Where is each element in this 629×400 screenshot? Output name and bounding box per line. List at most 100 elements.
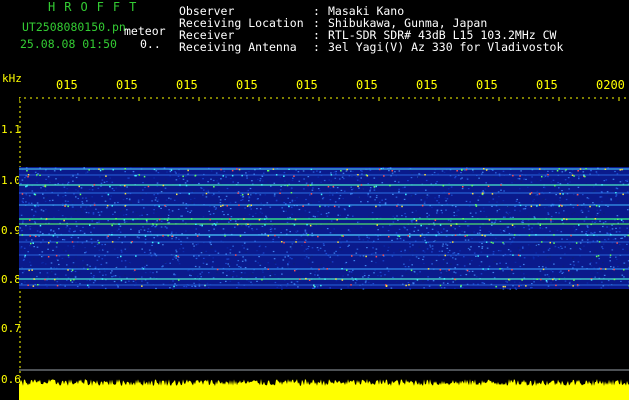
noise-speck	[22, 198, 25, 200]
noise-speck	[287, 264, 289, 266]
noise-speck	[482, 282, 484, 284]
noise-speck	[513, 281, 516, 283]
noise-speck	[413, 271, 416, 273]
noise-speck	[367, 195, 369, 197]
noise-speck	[550, 270, 553, 272]
signal-speck	[413, 218, 415, 220]
noise-speck	[460, 172, 462, 174]
noise-speck	[230, 230, 232, 232]
noise-speck	[219, 282, 222, 284]
noise-speck	[329, 187, 332, 189]
signal-speck	[144, 235, 147, 237]
noise-speck	[42, 255, 44, 257]
noise-speck	[182, 251, 185, 253]
signal-speck	[258, 219, 261, 221]
signal-speck	[243, 218, 245, 220]
signal-speck	[158, 205, 160, 208]
noise-speck	[590, 232, 592, 234]
noise-speck	[514, 179, 516, 181]
noise-speck	[191, 181, 194, 183]
signal-speck	[299, 278, 301, 280]
noise-speck	[467, 247, 470, 250]
noise-speck	[289, 216, 291, 219]
noise-speck	[408, 202, 410, 204]
noise-speck	[552, 230, 554, 232]
noise-speck	[46, 196, 48, 198]
signal-speck	[236, 223, 239, 226]
noise-speck	[312, 187, 314, 189]
noise-speck	[72, 206, 74, 208]
noise-speck	[541, 228, 544, 230]
noise-speck	[485, 182, 487, 184]
noise-speck	[42, 239, 44, 241]
noise-speck	[243, 258, 245, 260]
noise-speck	[478, 246, 480, 248]
noise-speck	[466, 178, 469, 180]
noise-speck	[402, 239, 405, 241]
signal-speck	[466, 234, 468, 237]
signal-speck	[593, 234, 595, 236]
signal-speck	[452, 241, 454, 243]
signal-speck	[471, 184, 473, 187]
noise-speck	[273, 182, 276, 184]
noise-speck	[21, 200, 24, 202]
signal-speck	[56, 242, 58, 244]
noise-speck	[124, 248, 127, 250]
noise-speck	[25, 239, 28, 241]
noise-speck	[599, 209, 602, 211]
noise-speck	[392, 221, 395, 223]
noise-speck	[191, 202, 194, 204]
noise-speck	[261, 175, 264, 177]
noise-speck	[437, 173, 439, 175]
y-tick: 1.0	[1, 174, 21, 187]
noise-speck	[20, 246, 23, 248]
noise-speck	[296, 230, 299, 232]
noise-speck	[281, 267, 284, 269]
noise-speck	[72, 245, 75, 247]
noise-speck	[479, 178, 482, 180]
noise-speck	[602, 262, 604, 264]
noise-speck	[536, 245, 539, 247]
noise-speck	[143, 207, 145, 209]
noise-speck	[213, 206, 216, 208]
noise-speck	[558, 187, 560, 189]
noise-speck	[274, 263, 277, 265]
noise-speck	[475, 255, 477, 257]
noise-speck	[623, 264, 626, 266]
noise-speck	[442, 258, 445, 261]
noise-speck	[455, 214, 458, 216]
noise-speck	[281, 286, 283, 288]
noise-speck	[398, 188, 400, 190]
noise-speck	[264, 232, 267, 235]
noise-speck	[400, 256, 402, 258]
noise-speck	[219, 181, 222, 183]
noise-speck	[27, 251, 29, 253]
noise-speck	[398, 170, 401, 172]
noise-speck	[125, 221, 128, 223]
spectrogram-plot	[19, 97, 629, 400]
noise-speck	[250, 208, 252, 210]
noise-speck	[491, 195, 493, 197]
noise-speck	[46, 272, 49, 274]
noise-speck	[519, 282, 521, 284]
noise-speck	[159, 180, 161, 182]
noise-speck	[208, 210, 210, 212]
noise-speck	[381, 199, 383, 201]
noise-speck	[558, 212, 560, 214]
noise-speck	[469, 212, 472, 214]
noise-speck	[509, 238, 511, 240]
signal-speck	[27, 174, 30, 176]
noise-speck	[417, 257, 420, 259]
noise-speck	[316, 170, 318, 172]
noise-speck	[243, 247, 245, 249]
noise-speck	[178, 263, 181, 265]
noise-speck	[29, 245, 31, 247]
noise-speck	[481, 171, 484, 173]
noise-speck	[307, 257, 310, 259]
noise-speck	[600, 191, 603, 193]
noise-speck	[298, 208, 301, 211]
noise-speck	[549, 230, 551, 232]
noise-speck	[156, 182, 159, 184]
noise-speck	[395, 196, 398, 198]
signal-speck	[320, 284, 322, 287]
